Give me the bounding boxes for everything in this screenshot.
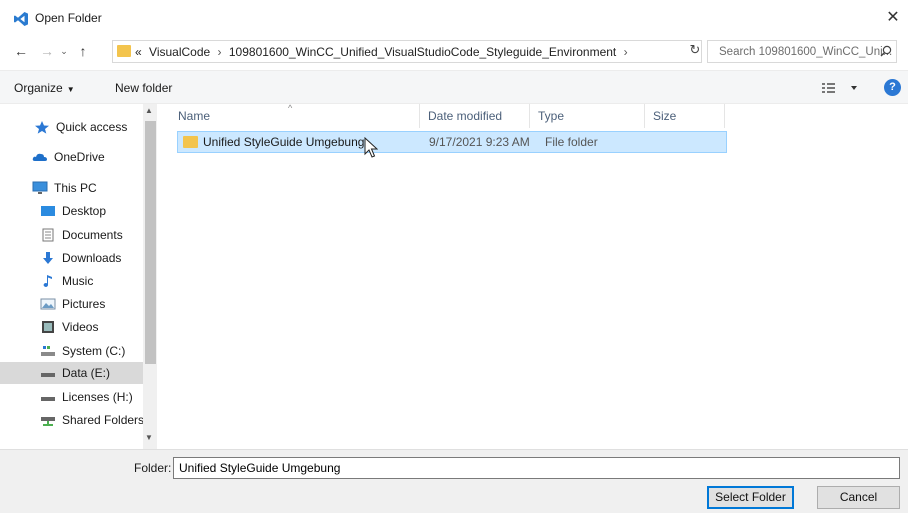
- sidebar-item-quick-access[interactable]: Quick access: [0, 116, 144, 138]
- sidebar-item-label: This PC: [54, 181, 97, 195]
- sidebar-item-label: Music: [62, 274, 94, 288]
- sidebar-item-shared-folders[interactable]: Shared Folders (\: [0, 409, 155, 431]
- picture-icon: [40, 298, 56, 310]
- sidebar-item-downloads[interactable]: Downloads: [0, 247, 144, 269]
- video-icon: [42, 321, 54, 333]
- new-folder-button[interactable]: New folder: [115, 81, 172, 95]
- sidebar-item-documents[interactable]: Documents: [0, 224, 144, 246]
- search-input[interactable]: Search 109801600_WinCC_Uni...: [707, 40, 897, 63]
- folder-label: Folder:: [134, 461, 172, 475]
- sidebar-item-label: OneDrive: [54, 150, 105, 164]
- sort-ascending-icon: ^: [288, 103, 293, 113]
- folder-icon: [117, 45, 131, 57]
- file-name: Unified StyleGuide Umgebung: [203, 135, 365, 149]
- breadcrumb: « VisualCode › 109801600_WinCC_Unified_V…: [135, 45, 632, 59]
- back-button[interactable]: ←: [12, 41, 30, 61]
- chevron-down-icon: ▼: [66, 85, 75, 94]
- title-bar: Open Folder ✕: [0, 0, 908, 34]
- system-drive-icon: [41, 346, 55, 356]
- command-bar: Organize ▼ New folder ?: [0, 70, 908, 104]
- sidebar-item-label: Shared Folders (\: [62, 413, 155, 427]
- scroll-down-arrow[interactable]: ▼: [145, 433, 153, 442]
- organize-label: Organize: [14, 81, 63, 95]
- scroll-up-arrow[interactable]: ▲: [145, 106, 153, 115]
- sidebar-item-desktop[interactable]: Desktop: [0, 200, 144, 222]
- breadcrumb-overflow[interactable]: «: [135, 45, 142, 59]
- music-icon: [43, 275, 52, 287]
- sidebar-item-label: Downloads: [62, 251, 122, 265]
- up-button[interactable]: ↑: [74, 41, 92, 61]
- search-icon[interactable]: [880, 45, 892, 57]
- breadcrumb-item-environment[interactable]: 109801600_WinCC_Unified_VisualStudioCode…: [229, 45, 616, 59]
- folder-name-field[interactable]: [173, 457, 900, 479]
- sidebar-item-music[interactable]: Music: [0, 270, 144, 292]
- sidebar-item-label: Quick access: [56, 120, 128, 134]
- drive-icon: [41, 373, 55, 377]
- sidebar-item-onedrive[interactable]: OneDrive: [0, 146, 144, 168]
- folder-icon: [183, 136, 198, 148]
- desktop-icon: [41, 206, 55, 216]
- sidebar-item-label: Data (E:): [62, 366, 111, 380]
- file-type: File folder: [545, 135, 598, 149]
- breadcrumb-separator[interactable]: ›: [214, 45, 226, 59]
- dialog-footer: Folder: Select Folder Cancel: [0, 449, 908, 513]
- recent-locations-button[interactable]: ⌄: [58, 41, 70, 61]
- refresh-button[interactable]: ↻: [686, 40, 704, 60]
- navigation-scrollbar[interactable]: ▲ ▼: [143, 104, 157, 449]
- help-icon[interactable]: ?: [884, 79, 901, 96]
- column-header-type[interactable]: Type: [530, 104, 645, 128]
- navigation-pane: Quick access OneDrive This PC Desktop Do…: [0, 104, 160, 449]
- file-list: Name ^ Date modified Type Size Unified S…: [170, 103, 900, 449]
- scrollbar-thumb[interactable]: [145, 121, 156, 364]
- sidebar-item-licenses-h[interactable]: Licenses (H:): [0, 386, 144, 408]
- sidebar-item-label: Pictures: [62, 297, 106, 311]
- search-placeholder: Search 109801600_WinCC_Uni...: [719, 46, 893, 58]
- sidebar-item-data-e[interactable]: Data (E:): [0, 362, 144, 384]
- cancel-button[interactable]: Cancel: [817, 486, 900, 509]
- sidebar-item-pictures[interactable]: Pictures: [0, 293, 144, 315]
- column-header-date[interactable]: Date modified: [420, 104, 530, 128]
- table-row[interactable]: Unified StyleGuide Umgebung 9/17/2021 9:…: [177, 131, 727, 153]
- breadcrumb-item-visualcode[interactable]: VisualCode: [145, 45, 210, 59]
- network-drive-icon: [41, 417, 55, 426]
- address-bar[interactable]: « VisualCode › 109801600_WinCC_Unified_V…: [112, 40, 793, 63]
- forward-button[interactable]: →: [38, 41, 56, 61]
- window-title: Open Folder: [35, 11, 102, 25]
- drive-icon: [41, 397, 55, 401]
- sidebar-item-videos[interactable]: Videos: [0, 316, 144, 338]
- star-icon: [35, 121, 49, 134]
- vscode-icon: [14, 12, 28, 26]
- breadcrumb-separator[interactable]: ›: [620, 45, 632, 59]
- organize-button[interactable]: Organize ▼: [14, 81, 75, 95]
- monitor-icon: [32, 181, 48, 194]
- view-options-button[interactable]: [822, 80, 862, 96]
- sidebar-item-label: System (C:): [62, 344, 126, 358]
- open-folder-dialog: Open Folder ✕ ← → ⌄ ↑ « VisualCode › 109…: [0, 0, 908, 513]
- sidebar-item-system-c[interactable]: System (C:): [0, 340, 144, 362]
- download-icon: [43, 252, 53, 264]
- mouse-cursor-icon: [364, 137, 378, 158]
- column-header-name[interactable]: Name ^: [170, 103, 420, 128]
- file-date: 9/17/2021 9:23 AM: [429, 135, 530, 149]
- select-folder-button[interactable]: Select Folder: [707, 486, 794, 509]
- sidebar-item-label: Documents: [62, 228, 123, 242]
- document-icon: [42, 228, 54, 242]
- column-header-size[interactable]: Size: [645, 104, 725, 128]
- close-button[interactable]: ✕: [878, 6, 908, 30]
- sidebar-item-this-pc[interactable]: This PC: [0, 177, 144, 199]
- sidebar-item-label: Desktop: [62, 204, 107, 218]
- sidebar-item-label: Videos: [62, 320, 99, 334]
- sidebar-item-label: Licenses (H:): [62, 390, 133, 404]
- cloud-icon: [32, 153, 47, 161]
